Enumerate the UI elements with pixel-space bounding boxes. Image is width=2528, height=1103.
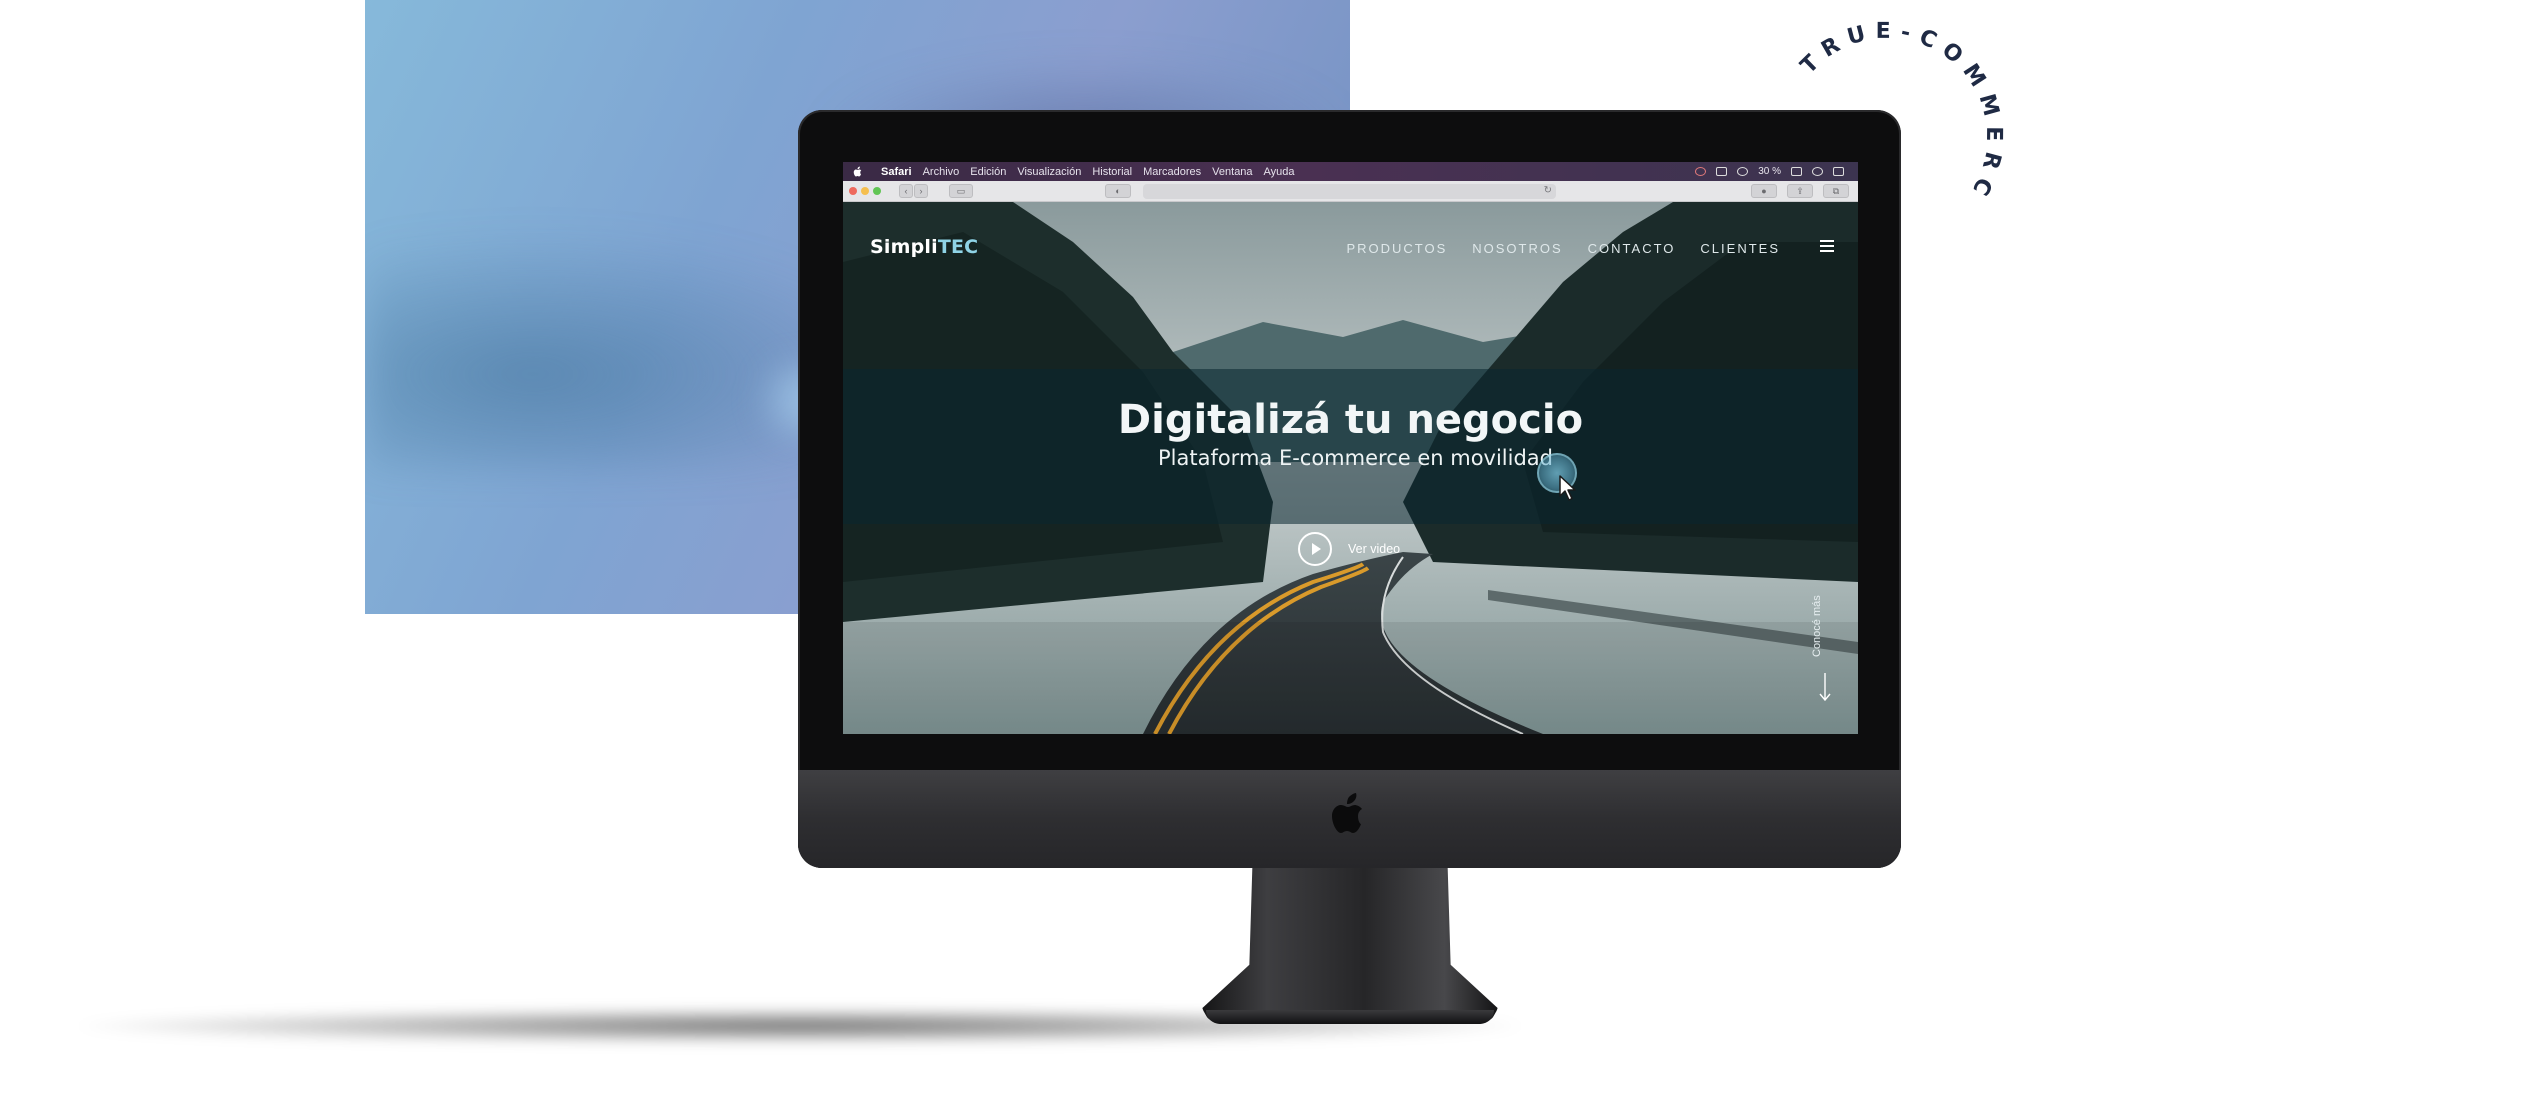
sidebar-toggle-button[interactable]: ▭	[949, 184, 973, 198]
play-video-button[interactable]	[1298, 532, 1332, 566]
site-navigation: PRODUCTOS NOSOTROS CONTACTO CLIENTES	[1346, 241, 1780, 256]
address-bar[interactable]: ↻	[1143, 184, 1556, 199]
menu-item-visualizacion[interactable]: Visualización	[1017, 166, 1081, 178]
menu-item-marcadores[interactable]: Marcadores	[1143, 166, 1201, 178]
forward-button[interactable]: ›	[914, 184, 928, 198]
menu-item-archivo[interactable]: Archivo	[923, 166, 960, 178]
website-viewport: SimpliTEC PRODUCTOS NOSOTROS CONTACTO CL…	[843, 202, 1858, 734]
menu-item-edicion[interactable]: Edición	[970, 166, 1006, 178]
nav-link-contacto[interactable]: CONTACTO	[1588, 241, 1676, 256]
hamburger-line	[1820, 245, 1834, 247]
mouse-pointer-icon	[1559, 475, 1576, 501]
close-window-button[interactable]	[849, 187, 857, 195]
hamburger-line	[1820, 240, 1834, 242]
hero-title: Digitalizá tu negocio	[1117, 397, 1584, 443]
notification-center-icon[interactable]	[1833, 167, 1844, 176]
apple-logo-icon	[1332, 793, 1362, 833]
hero-subtitle: Plataforma E-commerce en movilidad	[1157, 446, 1554, 470]
scroll-hint-label[interactable]: Conocé más	[1811, 595, 1823, 657]
reload-icon[interactable]: ↻	[1544, 185, 1552, 197]
nav-link-clientes[interactable]: CLIENTES	[1700, 241, 1780, 256]
nav-link-nosotros[interactable]: NOSOTROS	[1472, 241, 1562, 256]
wifi-icon[interactable]	[1737, 167, 1749, 176]
monitor-screen: Safari Archivo Edición Visualización His…	[843, 162, 1858, 734]
logo-text-tec: TEC	[937, 236, 979, 258]
monitor-stand-base	[1206, 1010, 1494, 1024]
play-video-label[interactable]: Ver video	[1348, 542, 1400, 556]
play-icon	[1312, 543, 1321, 555]
safari-toolbar: ‹ › ▭ ◐ ↻ ● ⇪ ⧉	[843, 181, 1858, 202]
menubar-status-area: 30 %	[1695, 162, 1844, 181]
tabs-overview-button[interactable]: ⧉	[1823, 184, 1849, 198]
nav-link-productos[interactable]: PRODUCTOS	[1346, 241, 1447, 256]
menu-item-ventana[interactable]: Ventana	[1212, 166, 1252, 178]
privacy-report-button[interactable]: ◐	[1105, 184, 1131, 198]
menu-item-historial[interactable]: Historial	[1092, 166, 1132, 178]
menu-item-ayuda[interactable]: Ayuda	[1264, 166, 1295, 178]
hamburger-menu-icon[interactable]	[1820, 240, 1834, 252]
spotlight-search-icon[interactable]	[1812, 167, 1823, 176]
back-button[interactable]: ‹	[899, 184, 913, 198]
arrow-down-icon[interactable]	[1819, 672, 1831, 702]
creative-cloud-icon[interactable]	[1695, 167, 1707, 176]
downloads-button[interactable]: ●	[1751, 184, 1777, 198]
monitor-stand	[1202, 868, 1498, 1024]
share-button[interactable]: ⇪	[1787, 184, 1813, 198]
logo-text-simpli: Simpli	[870, 236, 938, 258]
zoom-window-button[interactable]	[873, 187, 881, 195]
minimize-window-button[interactable]	[861, 187, 869, 195]
menu-app-safari[interactable]: Safari	[881, 166, 912, 178]
hamburger-line	[1820, 250, 1834, 252]
macos-menubar: Safari Archivo Edición Visualización His…	[843, 162, 1858, 181]
battery-percent: 30 %	[1758, 166, 1781, 177]
battery-icon[interactable]	[1791, 167, 1802, 176]
printer-icon[interactable]	[1716, 167, 1728, 176]
simplitec-logo[interactable]: SimpliTEC	[870, 236, 978, 258]
apple-menu-icon[interactable]	[853, 166, 863, 178]
